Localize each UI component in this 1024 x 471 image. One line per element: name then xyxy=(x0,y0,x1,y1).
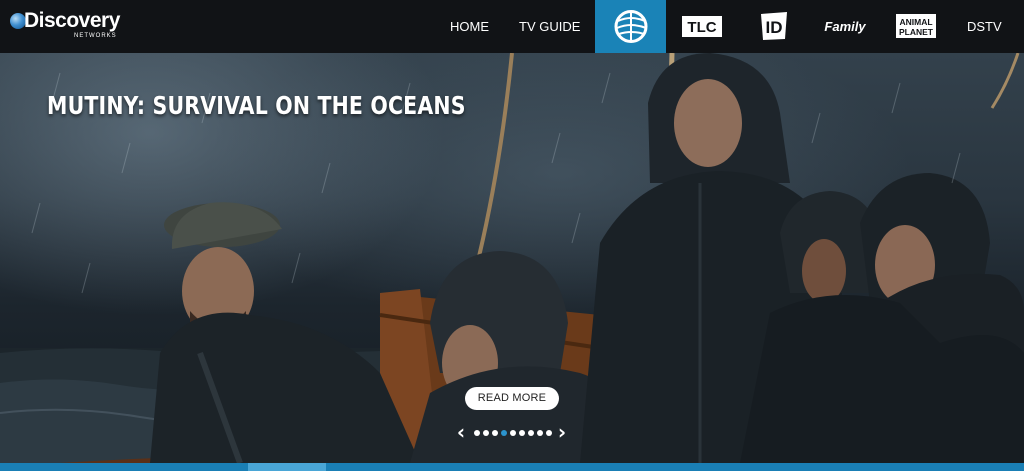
nav-dstv-link[interactable]: DSTV xyxy=(967,0,1002,53)
top-navigation-bar: Discovery NETWORKS HOME TV GUIDE TLC ID … xyxy=(0,0,1024,53)
svg-text:PLANET: PLANET xyxy=(899,27,934,37)
nav-channel-tlc[interactable]: TLC xyxy=(680,0,724,53)
logo-subtitle: NETWORKS xyxy=(74,33,117,39)
tlc-logo: TLC xyxy=(682,16,722,37)
svg-text:Family: Family xyxy=(824,19,866,34)
slide-dot-active[interactable] xyxy=(501,430,507,436)
svg-text:ID: ID xyxy=(766,18,783,37)
logo-wordmark: Discovery xyxy=(24,9,120,32)
slide-dot[interactable] xyxy=(546,430,552,436)
slide-dot[interactable] xyxy=(483,430,489,436)
nav-channel-discovery[interactable] xyxy=(595,0,666,53)
hero-banner[interactable]: MUTINY: SURVIVAL ON THE OCEANS READ MORE… xyxy=(0,53,1024,463)
slide-dot[interactable] xyxy=(492,430,498,436)
svg-text:TLC: TLC xyxy=(687,19,716,36)
nav-channel-id[interactable]: ID xyxy=(757,0,791,53)
id-logo: ID xyxy=(761,12,787,40)
discovery-d-icon xyxy=(614,10,648,43)
animal-planet-logo: ANIMAL PLANET xyxy=(896,14,936,38)
slide-pager: ‹ › xyxy=(455,422,570,442)
content-strip xyxy=(0,463,1024,471)
nav-tv-guide-link[interactable]: TV GUIDE xyxy=(519,0,580,53)
hero-title: MUTINY: SURVIVAL ON THE OCEANS xyxy=(47,91,466,120)
slide-dot[interactable] xyxy=(510,430,516,436)
nav-channel-animal-planet[interactable]: ANIMAL PLANET xyxy=(894,0,938,53)
slide-dot[interactable] xyxy=(474,430,480,436)
nav-home-link[interactable]: HOME xyxy=(450,0,489,53)
nav-channel-family[interactable]: Family xyxy=(822,0,868,53)
chevron-right-icon[interactable]: › xyxy=(556,422,568,442)
chevron-left-icon[interactable]: ‹ xyxy=(455,422,467,442)
svg-text:ANIMAL: ANIMAL xyxy=(899,17,932,27)
slide-dot[interactable] xyxy=(519,430,525,436)
content-strip-tab[interactable] xyxy=(248,463,326,471)
read-more-button[interactable]: READ MORE xyxy=(465,387,559,410)
discovery-family-logo: Family xyxy=(824,19,866,34)
discovery-networks-logo[interactable]: Discovery NETWORKS xyxy=(10,9,140,45)
slide-dot[interactable] xyxy=(528,430,534,436)
slide-dot[interactable] xyxy=(537,430,543,436)
